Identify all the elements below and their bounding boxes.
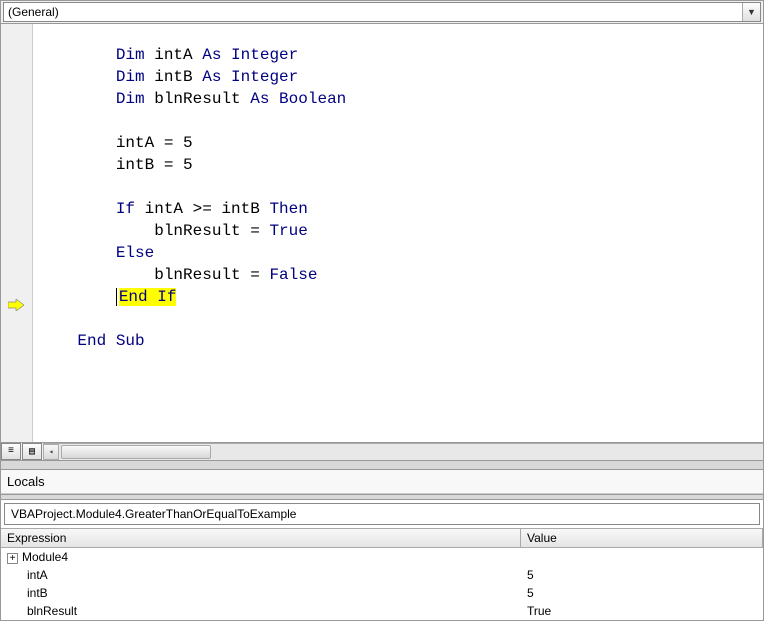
code-line[interactable]: intA = 5 [39, 132, 763, 154]
code-line[interactable]: Else [39, 242, 763, 264]
pane-splitter[interactable] [1, 460, 763, 470]
code-line[interactable]: intB = 5 [39, 154, 763, 176]
locals-pane-title: Locals [1, 470, 763, 494]
locals-value-cell: 5 [521, 568, 763, 582]
code-line[interactable]: blnResult = True [39, 220, 763, 242]
full-module-view-button[interactable]: ▤ [22, 443, 42, 460]
locals-expression-cell: +Module4 [1, 550, 521, 564]
view-row: ≡ ▤ ◂ [1, 442, 763, 460]
locals-expression-cell: intA [1, 568, 521, 582]
scroll-left-button[interactable]: ◂ [43, 444, 59, 460]
code-line[interactable] [39, 176, 763, 198]
code-line[interactable]: End If [39, 286, 763, 308]
locals-splitter[interactable] [1, 494, 763, 500]
code-line[interactable] [39, 110, 763, 132]
code-line[interactable]: End Sub [39, 330, 763, 352]
code-line[interactable] [39, 308, 763, 330]
expand-icon[interactable]: + [7, 553, 18, 564]
code-line[interactable]: If intA >= intB Then [39, 198, 763, 220]
code-editor[interactable]: Dim intA As Integer Dim intB As Integer … [1, 24, 763, 442]
editor-gutter [1, 24, 33, 442]
locals-context: VBAProject.Module4.GreaterThanOrEqualToE… [4, 503, 760, 525]
code-line[interactable]: Dim intB As Integer [39, 66, 763, 88]
horizontal-scrollbar[interactable]: ◂ [43, 443, 763, 460]
locals-header-expression[interactable]: Expression [1, 529, 521, 547]
locals-value-cell: 5 [521, 586, 763, 600]
locals-expression-cell: intB [1, 586, 521, 600]
locals-row[interactable]: +Module4 [1, 548, 763, 566]
locals-expression-cell: blnResult [1, 604, 521, 618]
procedure-view-button[interactable]: ≡ [1, 443, 21, 460]
locals-body[interactable]: +Module4intA5intB5blnResultTrue [1, 548, 763, 620]
locals-header-value[interactable]: Value [521, 529, 763, 547]
object-dropdown-row: (General) ▼ [1, 1, 763, 24]
locals-row[interactable]: intA5 [1, 566, 763, 584]
locals-row[interactable]: blnResultTrue [1, 602, 763, 620]
code-body[interactable]: Dim intA As Integer Dim intB As Integer … [33, 24, 763, 442]
chevron-down-icon[interactable]: ▼ [742, 3, 760, 21]
scroll-thumb[interactable] [61, 445, 211, 459]
code-line[interactable]: blnResult = False [39, 264, 763, 286]
locals-row[interactable]: intB5 [1, 584, 763, 602]
code-line[interactable]: Dim intA As Integer [39, 44, 763, 66]
code-line[interactable]: Dim blnResult As Boolean [39, 88, 763, 110]
locals-value-cell: True [521, 604, 763, 618]
locals-header: Expression Value [1, 528, 763, 548]
execution-pointer-icon [7, 298, 25, 312]
object-dropdown[interactable]: (General) ▼ [3, 2, 761, 22]
object-dropdown-value: (General) [8, 5, 59, 19]
